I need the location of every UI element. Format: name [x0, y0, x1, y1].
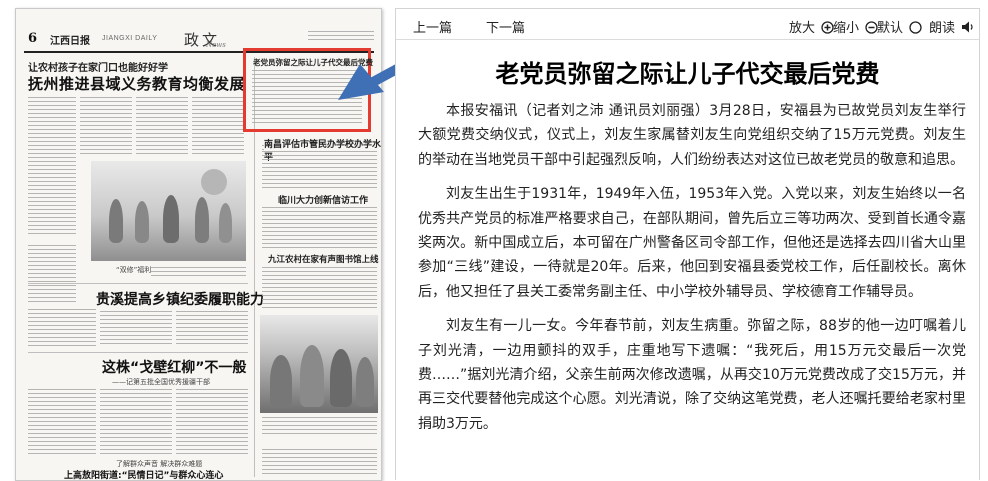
story-headline: 九江农村在家有声图书馆上线 [268, 255, 379, 265]
photo-figure [163, 195, 179, 243]
story-headline: 贵溪提高乡镇纪委履职能力 [96, 292, 264, 308]
zoom-out-label: 缩小 [833, 21, 860, 36]
row-divider [28, 352, 248, 353]
section-name-en: News [206, 41, 226, 49]
text-block [100, 311, 172, 347]
article-paragraph: 刘友生出生于1931年，1949年入伍，1953年入党。入党以来，刘友生始终以一… [418, 186, 966, 300]
newspaper-masthead: 江西日报 [50, 36, 90, 47]
photo-figure [330, 349, 352, 407]
photo-figure [270, 355, 292, 407]
speaker-icon [962, 21, 973, 33]
photo-figure [300, 345, 324, 407]
photo-figure [195, 197, 209, 243]
prev-article-link[interactable]: 上一篇 [413, 17, 452, 36]
text-block [80, 97, 132, 157]
text-block [100, 389, 172, 457]
read-aloud-label: 朗读 [929, 21, 956, 36]
photo-figure [356, 357, 374, 407]
text-block [192, 97, 244, 157]
text-block [28, 389, 96, 457]
story-subhead: ——记第五批全国优秀援疆干部 [112, 378, 210, 386]
article-paragraph: 刘友生有一儿一女。今年春节前，刘友生病重。弥留之际，88岁的他一边叮嘱着儿子刘光… [418, 318, 966, 432]
text-block [262, 267, 377, 311]
story-headline: 上高敖阳街道:“民情日记”与群众心连心 [64, 471, 224, 481]
story-headline: 这株“戈壁红柳”不一般 [102, 360, 247, 376]
selected-article-thumbnail-title: 老党员弥留之际让儿子代交最后党费 [253, 58, 373, 67]
row-divider [28, 283, 248, 284]
next-article-link[interactable]: 下一篇 [486, 17, 525, 36]
text-block [176, 311, 248, 347]
page-number: 6 [28, 31, 38, 46]
circle-icon [909, 21, 922, 34]
news-photo [260, 315, 378, 413]
text-block [28, 245, 76, 305]
photo-figure [219, 203, 232, 243]
lead-story-headline: 抚州推进县域义务教育均衡发展 [28, 75, 246, 93]
text-block [151, 267, 246, 279]
default-size-button[interactable]: 默认 [877, 17, 922, 36]
photo-fan [201, 169, 227, 195]
article-body: 本报安福讯（记者刘之沛 通讯员刘丽强）3月28日，安福县为已故党员刘友生举行大额… [418, 99, 966, 446]
photo-figure [109, 199, 123, 243]
lead-story-kicker: 让农村孩子在家门口也能好好学 [28, 63, 168, 74]
text-block [262, 449, 377, 477]
page-date-block [308, 31, 374, 43]
photo-figure [135, 201, 149, 243]
text-block [28, 97, 76, 237]
reader-toolbar: 上一篇 下一篇 放大 缩小 默认 朗读 [396, 9, 979, 40]
zoom-in-button[interactable]: 放大 [789, 17, 834, 36]
default-size-label: 默认 [877, 21, 904, 36]
photo-caption: “双修”福利 [116, 266, 152, 274]
text-block [28, 309, 96, 347]
article-paragraph: 本报安福讯（记者刘之沛 通讯员刘丽强）3月28日，安福县为已故党员刘友生举行大额… [418, 103, 966, 168]
text-block [136, 97, 188, 157]
zoom-out-button[interactable]: 缩小 [833, 17, 878, 36]
text-block [252, 70, 362, 124]
newspaper-masthead-en: JIANGXI DAILY [102, 35, 158, 42]
text-block [262, 151, 377, 189]
text-block [176, 389, 248, 457]
news-photo [91, 161, 246, 261]
article-title: 老党员弥留之际让儿子代交最后党费 [495, 60, 880, 88]
text-block [262, 207, 377, 249]
article-reader-panel: 上一篇 下一篇 放大 缩小 默认 朗读 老党员弥留之际让儿子代交最后党费 本报安… [395, 8, 980, 480]
read-aloud-button[interactable]: 朗读 [929, 17, 975, 36]
text-block [262, 417, 377, 435]
story-headline: 临川大力创新信访工作 [278, 196, 369, 206]
zoom-in-label: 放大 [789, 21, 816, 36]
